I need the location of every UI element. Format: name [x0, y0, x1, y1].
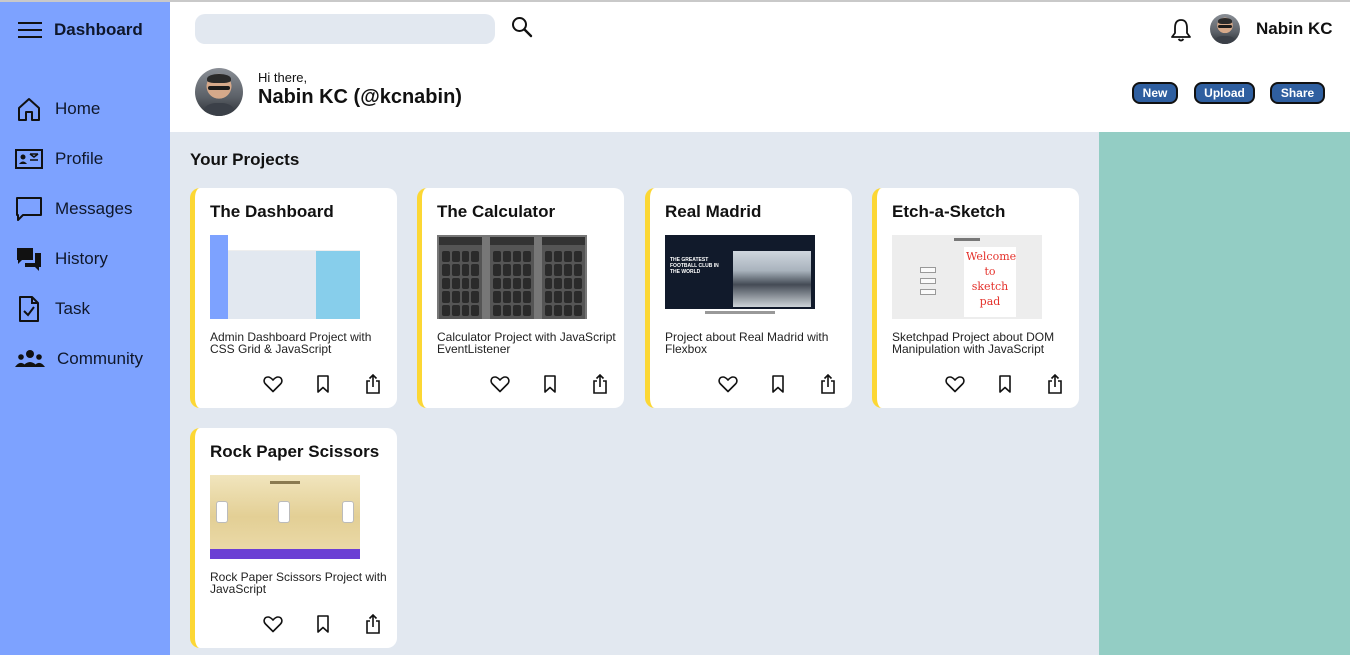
task-icon: [19, 296, 39, 322]
project-card: Real Madrid THE GREATEST FOOTBALL CLUB I…: [645, 188, 852, 408]
project-description: Admin Dashboard Project with CSS Grid & …: [210, 330, 372, 356]
new-button[interactable]: New: [1132, 82, 1178, 104]
sidebar-item-label: Home: [55, 99, 101, 118]
project-thumbnail[interactable]: THE GREATEST FOOTBALL CLUB IN THE WORLD: [665, 235, 815, 319]
home-icon: [18, 98, 40, 121]
greeting-text: Hi there,: [258, 70, 308, 85]
bookmark-icon[interactable]: [995, 374, 1015, 394]
header-username: Nabin KC: [1256, 19, 1333, 38]
heart-icon[interactable]: [490, 374, 510, 394]
project-title: Rock Paper Scissors: [210, 442, 380, 461]
sidebar-item-label: Task: [55, 299, 90, 318]
sidebar-item-community[interactable]: Community: [0, 334, 170, 384]
project-description: Project about Real Madrid with Flexbox: [665, 330, 829, 356]
sidebar-item-label: History: [55, 249, 108, 268]
share-icon[interactable]: [818, 374, 838, 394]
sidebar-header[interactable]: Dashboard: [18, 16, 143, 44]
project-title: The Calculator: [437, 202, 556, 221]
card-actions: [945, 374, 1065, 394]
project-title: Etch-a-Sketch: [892, 202, 1006, 221]
sidebar-item-label: Community: [57, 349, 143, 368]
right-panel: [1099, 132, 1350, 655]
section-title: Your Projects: [190, 150, 300, 169]
sidebar-nav: Home Profile Messages History Task Commu…: [0, 84, 170, 384]
share-icon[interactable]: [363, 374, 383, 394]
share-icon[interactable]: [363, 614, 383, 634]
search-input[interactable]: [195, 14, 495, 44]
heart-icon[interactable]: [263, 374, 283, 394]
project-thumbnail[interactable]: [210, 475, 360, 559]
project-thumbnail[interactable]: Welcome to sketch pad: [892, 235, 1042, 319]
project-description: Calculator Project with JavaScript Event…: [437, 330, 616, 356]
profile-avatar: [195, 68, 243, 116]
card-actions: [718, 374, 838, 394]
card-actions: [263, 374, 383, 394]
project-title: The Dashboard: [210, 202, 334, 221]
project-thumbnail[interactable]: [437, 235, 587, 319]
top-border: [0, 0, 1350, 2]
bell-icon[interactable]: [1170, 18, 1192, 42]
message-icon: [16, 197, 42, 221]
card-actions: [263, 614, 383, 634]
menu-icon[interactable]: [18, 20, 42, 40]
project-card: Etch-a-Sketch Welcome to sketch pad Sket…: [872, 188, 1079, 408]
heart-icon[interactable]: [263, 614, 283, 634]
project-description: Rock Paper Scissors Project with JavaScr…: [210, 570, 387, 596]
share-icon[interactable]: [1045, 374, 1065, 394]
sidebar-item-profile[interactable]: Profile: [0, 134, 170, 184]
sidebar-item-home[interactable]: Home: [0, 84, 170, 134]
avatar[interactable]: [1210, 14, 1240, 44]
thumbnail-text: THE GREATEST FOOTBALL CLUB IN THE WORLD: [670, 257, 719, 275]
upload-button[interactable]: Upload: [1194, 82, 1255, 104]
community-icon: [15, 350, 45, 367]
bookmark-icon[interactable]: [768, 374, 788, 394]
project-thumbnail[interactable]: [210, 235, 360, 319]
sidebar-title: Dashboard: [54, 20, 143, 39]
profile-card-icon: [15, 149, 43, 169]
project-card: The Dashboard Admin Dashboard Project wi…: [190, 188, 397, 408]
sidebar-item-label: Profile: [55, 149, 104, 168]
thumbnail-text: Welcome to sketch pad: [966, 250, 1017, 308]
sidebar-item-messages[interactable]: Messages: [0, 184, 170, 234]
sidebar-item-history[interactable]: History: [0, 234, 170, 284]
sidebar-item-label: Messages: [55, 199, 133, 218]
project-card: The Calculator Calculator Project with J…: [417, 188, 624, 408]
share-button[interactable]: Share: [1270, 82, 1325, 104]
sidebar-item-task[interactable]: Task: [0, 284, 170, 334]
history-icon: [17, 248, 41, 271]
project-description: Sketchpad Project about DOM Manipulation…: [892, 330, 1055, 356]
user-handle: Nabin KC (@kcnabin): [258, 86, 462, 108]
header: Nabin KC Hi there, Nabin KC (@kcnabin) N…: [170, 2, 1350, 132]
sidebar: Dashboard Home Profile Messages History …: [0, 2, 170, 655]
search-icon[interactable]: [510, 15, 534, 39]
heart-icon[interactable]: [718, 374, 738, 394]
share-icon[interactable]: [590, 374, 610, 394]
card-actions: [490, 374, 610, 394]
bookmark-icon[interactable]: [313, 374, 333, 394]
project-card: Rock Paper Scissors Rock Paper Scissors …: [190, 428, 397, 648]
heart-icon[interactable]: [945, 374, 965, 394]
bookmark-icon[interactable]: [540, 374, 560, 394]
project-title: Real Madrid: [665, 202, 762, 221]
bookmark-icon[interactable]: [313, 614, 333, 634]
